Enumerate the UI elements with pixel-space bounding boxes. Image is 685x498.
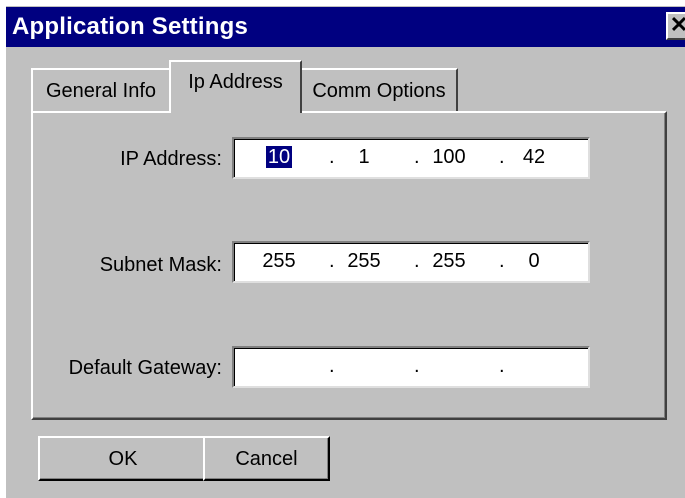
tab-label: Ip Address — [188, 71, 283, 93]
cancel-button[interactable]: Cancel — [203, 436, 330, 481]
ok-button-label: OK — [108, 448, 138, 470]
close-icon: ✕ — [670, 14, 685, 37]
octet-separator: . — [499, 146, 505, 168]
subnet-mask-octet-2[interactable]: 255 — [338, 250, 390, 273]
ip-address-input[interactable]: 10 . 1 . 100 . 42 — [232, 137, 590, 179]
title-bar[interactable]: Application Settings ✕ — [6, 7, 685, 47]
octet-separator: . — [329, 146, 335, 168]
tab-label: Comm Options — [312, 80, 446, 102]
window-frame-left — [0, 0, 6, 498]
subnet-mask-octet-3[interactable]: 255 — [423, 250, 475, 273]
default-gateway-input[interactable]: . . . — [232, 346, 590, 388]
octet-separator: . — [499, 250, 505, 272]
tab-comm-options[interactable]: Comm Options — [300, 68, 458, 112]
octet-separator: . — [414, 250, 420, 272]
ip-address-octet-2[interactable]: 1 — [338, 146, 390, 169]
close-button[interactable]: ✕ — [666, 12, 685, 40]
octet-separator: . — [499, 355, 505, 377]
default-gateway-label: Default Gateway: — [68, 357, 222, 379]
window-title: Application Settings — [12, 13, 249, 40]
window-frame-top — [0, 0, 685, 6]
subnet-mask-octet-1[interactable]: 255 — [253, 250, 305, 273]
tab-label: General Info — [45, 80, 157, 102]
subnet-mask-octet-4[interactable]: 0 — [508, 250, 560, 273]
ip-address-octet-3[interactable]: 100 — [423, 146, 475, 169]
ip-address-label: IP Address: — [120, 148, 222, 170]
octet-separator: . — [329, 250, 335, 272]
subnet-mask-input[interactable]: 255 . 255 . 255 . 0 — [232, 241, 590, 283]
octet-separator: . — [329, 355, 335, 377]
octet-separator: . — [414, 146, 420, 168]
ip-address-octet-1[interactable]: 10 — [253, 146, 305, 169]
tab-general-info[interactable]: General Info — [31, 68, 171, 112]
ok-button[interactable]: OK — [38, 436, 208, 481]
subnet-mask-label: Subnet Mask: — [99, 254, 222, 276]
ip-address-octet-4[interactable]: 42 — [508, 146, 560, 169]
octet-separator: . — [414, 355, 420, 377]
active-tab-joint — [171, 109, 300, 113]
tab-ip-address[interactable]: Ip Address — [169, 60, 302, 113]
cancel-button-label: Cancel — [235, 448, 298, 470]
